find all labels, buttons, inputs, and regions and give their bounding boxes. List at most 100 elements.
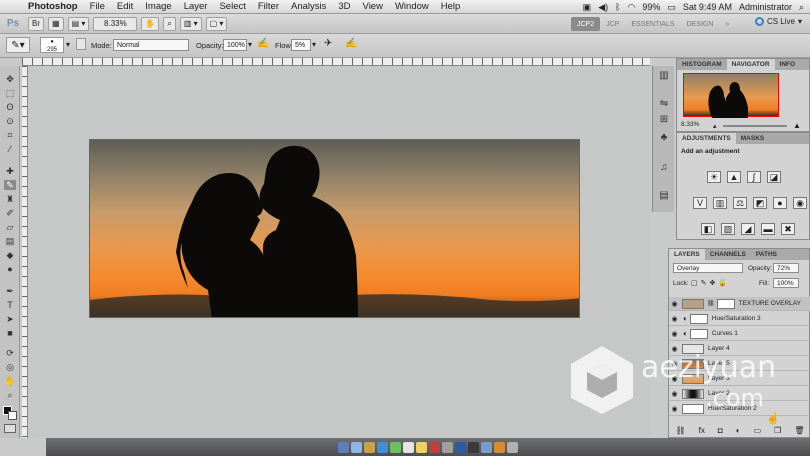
workspace-essentials[interactable]: ESSENTIALS: [625, 17, 680, 31]
visibility-eye-icon[interactable]: ◉: [669, 330, 680, 338]
mode-select[interactable]: Normal: [113, 39, 189, 51]
dodge-tool-icon[interactable]: ●: [4, 264, 16, 274]
visibility-eye-icon[interactable]: ◉: [669, 315, 680, 323]
black-white-icon[interactable]: ◩: [753, 197, 767, 209]
brush-tool-icon[interactable]: ✎: [4, 180, 16, 190]
zoom-tool-icon[interactable]: ⌕: [4, 390, 16, 400]
zoom-in-icon[interactable]: ▲: [793, 121, 801, 130]
gradient-tool-icon[interactable]: ▤: [4, 236, 16, 246]
user-name[interactable]: Administrator: [739, 2, 792, 12]
finder-dock-icon[interactable]: [338, 441, 349, 453]
visibility-eye-icon[interactable]: ◉: [669, 300, 680, 308]
photoshop-dock-icon[interactable]: [455, 441, 466, 453]
clone-stamp-tool-icon[interactable]: ♜: [4, 194, 16, 204]
navigator-zoom-value[interactable]: 8.33%: [681, 121, 699, 128]
color-balance-icon[interactable]: ⚖: [733, 197, 747, 209]
channel-mixer-icon[interactable]: ◉: [793, 197, 807, 209]
tab-channels[interactable]: CHANNELS: [705, 249, 751, 260]
notes-panel-icon[interactable]: ▤: [658, 190, 670, 202]
flow-chevron-icon[interactable]: ▾: [312, 40, 316, 49]
tab-layers[interactable]: LAYERS: [669, 249, 705, 260]
histogram-panel-icon[interactable]: ▥: [658, 70, 670, 82]
screen-mode-button[interactable]: ▢ ▾: [205, 16, 228, 31]
fill-field[interactable]: 100%: [773, 278, 799, 288]
layer-row[interactable]: ◉ ◐ Hue/Saturation 3: [669, 312, 810, 326]
terminal-dock-icon[interactable]: [468, 441, 479, 453]
marquee-tool-icon[interactable]: ⬚: [4, 88, 16, 98]
new-adjustment-icon[interactable]: ◐: [736, 426, 741, 435]
menu-3d[interactable]: 3D: [332, 1, 356, 12]
menu-analysis[interactable]: Analysis: [285, 1, 332, 12]
menu-file[interactable]: File: [84, 1, 111, 12]
menu-layer[interactable]: Layer: [178, 1, 214, 12]
eraser-tool-icon[interactable]: ▱: [4, 222, 16, 232]
selective-color-icon[interactable]: ✖: [781, 223, 795, 235]
delete-layer-icon[interactable]: 🗑: [794, 426, 804, 435]
zoom-level-field[interactable]: 8.33%: [93, 16, 138, 31]
eyedropper-tool-icon[interactable]: ⁄: [4, 144, 16, 154]
3d-rotate-tool-icon[interactable]: ⟳: [4, 348, 16, 358]
airbrush-icon[interactable]: ✈: [324, 38, 332, 49]
calendar-dock-icon[interactable]: [403, 441, 414, 453]
lock-icons[interactable]: ▢✎✥🔒: [691, 279, 730, 287]
menu-select[interactable]: Select: [213, 1, 251, 12]
tab-navigator[interactable]: NAVIGATOR: [726, 59, 775, 70]
layer-row[interactable]: ◉ ⛓ TEXTURE OVERLAY: [669, 297, 810, 311]
styles-panel-icon[interactable]: ⊞: [658, 114, 670, 126]
layer-row[interactable]: ◉ ◐ Curves 1: [669, 327, 810, 341]
dashboard-dock-icon[interactable]: [351, 441, 362, 453]
document-canvas[interactable]: [28, 66, 650, 438]
app-dock-icon[interactable]: [481, 441, 492, 453]
workspace-more[interactable]: »: [719, 17, 735, 31]
actions-panel-icon[interactable]: ♫: [658, 162, 670, 174]
zoom-tool-button[interactable]: ⌕: [163, 16, 176, 31]
menu-edit[interactable]: Edit: [111, 1, 139, 12]
move-tool-icon[interactable]: ✥: [4, 74, 16, 84]
new-group-icon[interactable]: ▭: [754, 426, 762, 435]
gradient-map-icon[interactable]: ▬: [761, 223, 775, 235]
pressure-size-icon[interactable]: ✍: [345, 38, 357, 49]
opacity-field[interactable]: 100%: [223, 39, 247, 51]
camera-icon[interactable]: ▣: [583, 2, 592, 13]
menubar-clock[interactable]: Sat 9:49 AM: [683, 2, 732, 12]
mail-dock-icon[interactable]: [364, 441, 375, 453]
threshold-icon[interactable]: ◢: [741, 223, 755, 235]
volume-icon[interactable]: ◀): [598, 2, 608, 13]
pressure-opacity-icon[interactable]: ✍: [257, 38, 269, 49]
tab-histogram[interactable]: HISTOGRAM: [677, 59, 727, 70]
quick-mask-button[interactable]: [4, 424, 16, 433]
new-layer-icon[interactable]: ❐: [774, 426, 781, 435]
3d-orbit-tool-icon[interactable]: ◎: [4, 362, 16, 372]
notes-dock-icon[interactable]: [416, 441, 427, 453]
brush-picker-chevron-icon[interactable]: ▾: [66, 40, 70, 49]
brightness-contrast-icon[interactable]: ☀: [707, 171, 721, 183]
arrange-documents-button[interactable]: ▥ ▾: [179, 16, 202, 31]
type-tool-icon[interactable]: T: [4, 300, 16, 310]
document-image[interactable]: [89, 139, 580, 318]
hand-tool-icon[interactable]: ✋: [4, 376, 16, 386]
tab-paths[interactable]: PATHS: [751, 249, 782, 260]
spot-healing-tool-icon[interactable]: ✚: [4, 166, 16, 176]
spotlight-icon[interactable]: ⌕: [799, 2, 804, 13]
layer-opacity-field[interactable]: 72%: [773, 263, 799, 273]
clone-source-panel-icon[interactable]: ♣: [658, 132, 670, 144]
lasso-tool-icon[interactable]: ʘ: [4, 102, 16, 112]
invert-icon[interactable]: ◧: [701, 223, 715, 235]
pen-tool-icon[interactable]: ✒: [4, 286, 16, 296]
workspace-design[interactable]: DESIGN: [681, 17, 720, 31]
battery-percent[interactable]: 99%: [642, 2, 660, 12]
bluetooth-icon[interactable]: ᛒ: [615, 2, 620, 12]
workspace-jcp2[interactable]: JCP2: [571, 17, 601, 31]
link-layers-icon[interactable]: ⛓: [676, 426, 686, 435]
background-color-swatch[interactable]: [8, 411, 17, 420]
view-extras-button[interactable]: ▤ ▾: [67, 16, 90, 31]
curves-icon[interactable]: ∫: [747, 171, 761, 183]
posterize-icon[interactable]: ▧: [721, 223, 735, 235]
launch-minibridge-button[interactable]: ▦: [48, 16, 64, 31]
wifi-icon[interactable]: ◠: [628, 2, 636, 13]
exposure-icon[interactable]: ◪: [767, 171, 781, 183]
history-brush-tool-icon[interactable]: ✐: [4, 208, 16, 218]
crop-tool-icon[interactable]: ⌗: [4, 130, 16, 140]
battery-icon[interactable]: ▭: [667, 2, 676, 13]
opacity-chevron-icon[interactable]: ▾: [248, 40, 252, 49]
